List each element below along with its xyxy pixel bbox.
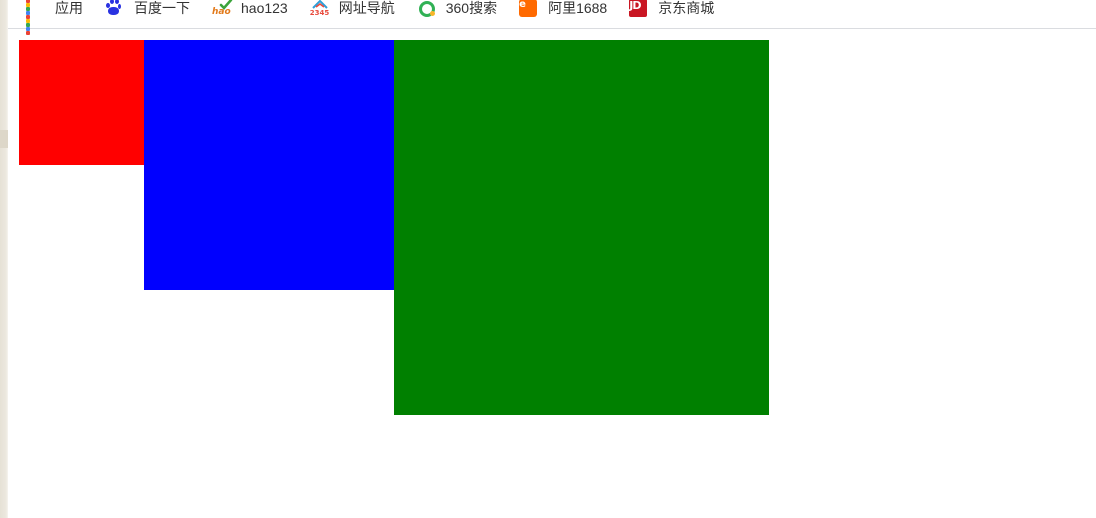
bookmark-ali1688[interactable]: e 阿里1688 — [519, 0, 607, 20]
bookmark-360[interactable]: 360搜索 — [417, 0, 497, 20]
bookmarks-bar: 应用 百度一下 hao hao123 2345 网址导航 360搜索 e 阿里1… — [8, 0, 1096, 35]
bookmark-label: 阿里1688 — [548, 0, 608, 16]
green-box — [394, 40, 769, 415]
apps-grid-icon — [26, 0, 44, 35]
bookmark-2345[interactable]: 2345 网址导航 — [310, 0, 395, 20]
bookmark-jd[interactable]: JD 京东商城 — [629, 0, 714, 20]
nav-2345-icon: 2345 — [309, 0, 330, 17]
blue-box — [144, 40, 394, 290]
bookmark-baidu[interactable]: 百度一下 — [105, 0, 190, 20]
baidu-paw-icon — [105, 0, 123, 17]
bookmark-label: 360搜索 — [445, 0, 498, 16]
window-left-edge — [0, 0, 8, 518]
bookmark-label: 网址导航 — [338, 0, 395, 16]
bookmark-label: hao123 — [241, 0, 288, 16]
bookmark-hao123[interactable]: hao hao123 — [212, 0, 288, 20]
bookmark-label: 百度一下 — [134, 0, 190, 16]
nav-icon-text: 2345 — [309, 9, 330, 17]
ali1688-icon: e — [519, 0, 538, 17]
jd-icon: JD — [629, 0, 648, 17]
jd-icon-text: JD — [629, 0, 641, 12]
bookmark-label: 应用 — [55, 0, 83, 16]
red-box — [19, 40, 144, 165]
bookmark-label: 京东商城 — [658, 0, 715, 16]
hao123-icon: hao — [212, 0, 233, 17]
so360-icon — [417, 0, 435, 17]
hao-icon-text: hao — [212, 7, 231, 17]
bookmark-apps[interactable]: 应用 — [26, 0, 83, 35]
ali-icon-text: e — [519, 0, 526, 10]
window-edge-notch — [0, 130, 8, 148]
